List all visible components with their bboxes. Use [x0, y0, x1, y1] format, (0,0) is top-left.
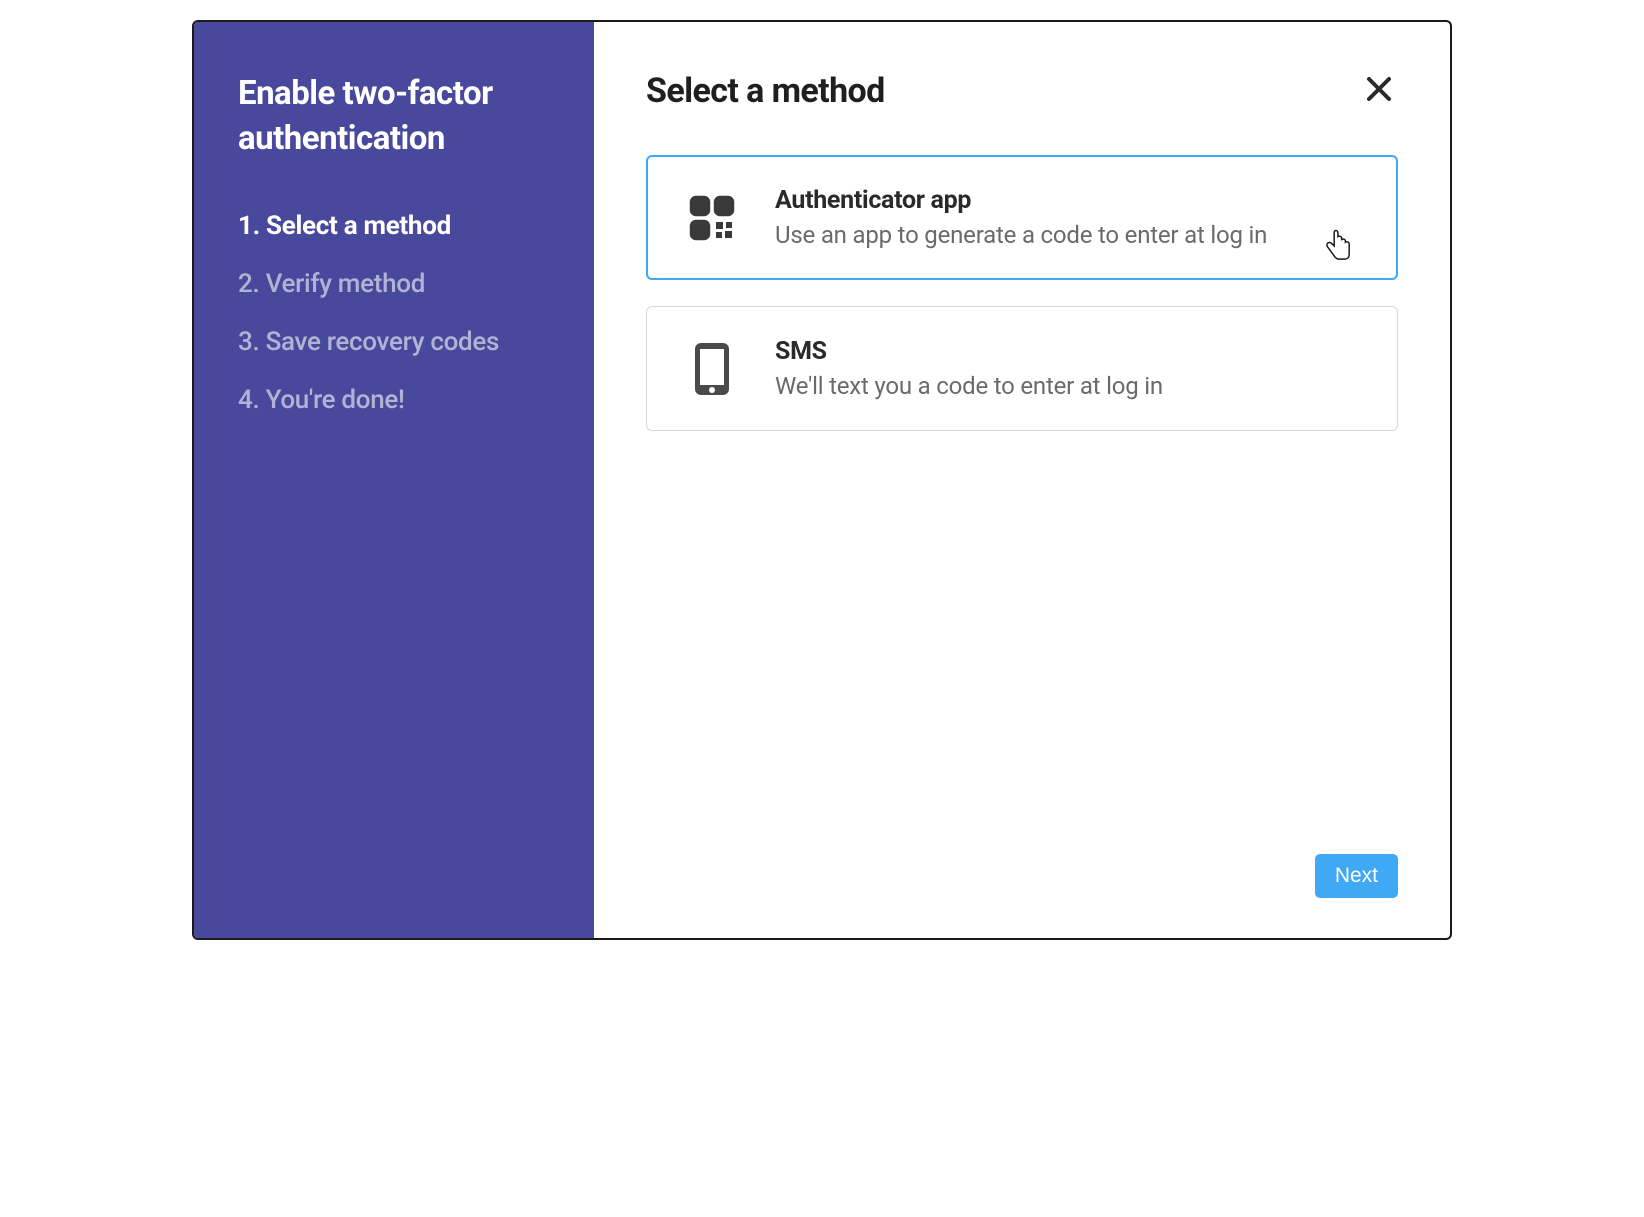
step-done[interactable]: 4. You're done! — [238, 385, 550, 415]
step-save-recovery[interactable]: 3. Save recovery codes — [238, 327, 550, 357]
option-description: We'll text you a code to enter at log in — [775, 372, 1359, 400]
two-factor-dialog: Enable two-factor authentication 1. Sele… — [192, 20, 1452, 940]
step-select-method[interactable]: 1. Select a method — [238, 211, 550, 241]
step-list: 1. Select a method 2. Verify method 3. S… — [238, 211, 550, 415]
option-authenticator-app[interactable]: Authenticator app Use an app to generate… — [646, 155, 1398, 280]
wizard-sidebar: Enable two-factor authentication 1. Sele… — [194, 22, 594, 938]
dialog-footer: Next — [646, 854, 1398, 898]
option-sms[interactable]: SMS We'll text you a code to enter at lo… — [646, 306, 1398, 431]
option-title: SMS — [775, 337, 1359, 366]
main-header: Select a method — [646, 70, 1398, 111]
close-button[interactable] — [1360, 70, 1398, 111]
option-content: Authenticator app Use an app to generate… — [775, 186, 1359, 249]
main-panel: Select a method — [594, 22, 1450, 938]
close-icon — [1364, 74, 1394, 107]
qr-code-icon — [685, 191, 739, 245]
method-options: Authenticator app Use an app to generate… — [646, 155, 1398, 431]
page-title: Select a method — [646, 71, 885, 111]
sidebar-title: Enable two-factor authentication — [238, 72, 550, 161]
phone-icon — [685, 342, 739, 396]
option-content: SMS We'll text you a code to enter at lo… — [775, 337, 1359, 400]
option-title: Authenticator app — [775, 186, 1359, 215]
option-description: Use an app to generate a code to enter a… — [775, 221, 1359, 249]
step-verify-method[interactable]: 2. Verify method — [238, 269, 550, 299]
next-button[interactable]: Next — [1315, 854, 1398, 898]
